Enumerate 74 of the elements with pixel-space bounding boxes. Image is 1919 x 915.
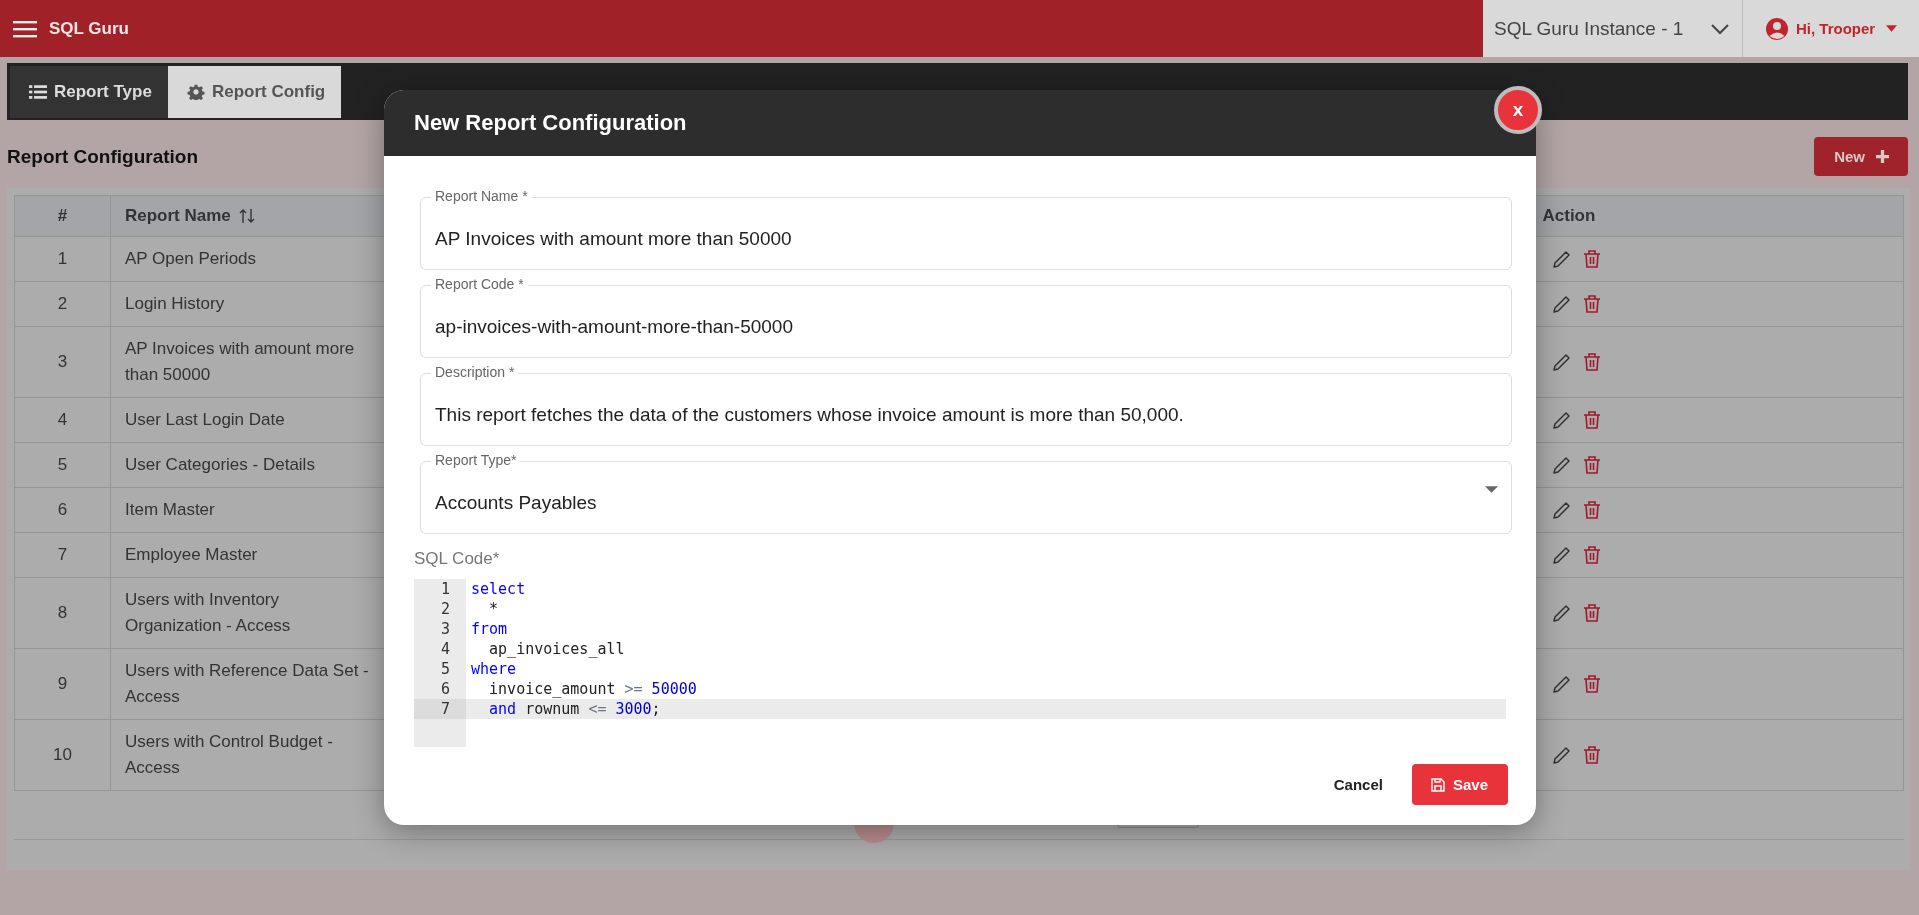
field-label: Description *	[431, 364, 519, 381]
line-number: 5	[439, 659, 451, 679]
field-label: Report Code *	[431, 276, 528, 293]
sort-icon[interactable]	[238, 208, 255, 224]
new-button[interactable]: New	[1814, 137, 1908, 176]
line-number: 6	[439, 679, 451, 699]
code-line: from	[470, 619, 509, 639]
pencil-icon[interactable]	[1552, 455, 1572, 475]
trash-icon[interactable]	[1582, 249, 1602, 269]
pencil-icon[interactable]	[1552, 674, 1572, 694]
gear-icon	[186, 84, 205, 100]
input-field[interactable]: Report Name * AP Invoices with amount more than 50000	[420, 188, 1512, 270]
user-icon	[1765, 16, 1789, 41]
pencil-icon[interactable]	[1552, 249, 1572, 269]
trash-icon[interactable]	[1582, 603, 1602, 623]
pencil-icon[interactable]	[1552, 410, 1572, 430]
trash-icon[interactable]	[1582, 455, 1602, 475]
chevron-down-icon	[1710, 22, 1730, 35]
floppy-icon	[1430, 777, 1445, 792]
table-cell: 6	[14, 487, 111, 533]
page-heading: Report Configuration	[7, 145, 199, 168]
input-field[interactable]: Description * This report fetches the data of the customers whose invoice amount is more than 50,000.	[420, 364, 1512, 446]
trash-icon[interactable]	[1582, 294, 1602, 314]
table-cell: 1	[14, 236, 111, 282]
tab[interactable]: Report Type	[10, 66, 168, 118]
column-header: #	[14, 195, 111, 237]
trash-icon[interactable]	[1582, 500, 1602, 520]
line-number: 7	[414, 699, 466, 719]
menu-icon[interactable]	[13, 19, 37, 38]
select-field[interactable]: Report Type* Accounts Payables	[420, 452, 1512, 534]
pencil-icon[interactable]	[1552, 603, 1572, 623]
save-button[interactable]: Save	[1411, 764, 1508, 805]
table-cell: 3	[14, 326, 111, 398]
code-line: *	[488, 599, 500, 619]
list-icon	[29, 84, 47, 100]
cancel-button[interactable]: Cancel	[1321, 766, 1395, 803]
input-field[interactable]: Report Code * ap-invoices-with-amount-more-than-50000	[420, 276, 1512, 358]
trash-icon[interactable]	[1582, 352, 1602, 372]
pencil-icon[interactable]	[1552, 294, 1572, 314]
table-cell: 8	[14, 577, 111, 649]
modal-title: New Report Configuration	[414, 110, 687, 136]
pencil-icon[interactable]	[1552, 500, 1572, 520]
tab[interactable]: Report Config	[167, 66, 342, 118]
user-menu[interactable]: Hi, Trooper	[1796, 20, 1876, 37]
plus-icon	[1876, 150, 1889, 163]
caret-icon	[1886, 25, 1898, 32]
pencil-icon[interactable]	[1552, 745, 1572, 765]
field-label: Report Type*	[431, 452, 521, 469]
trash-icon[interactable]	[1582, 545, 1602, 565]
trash-icon[interactable]	[1582, 674, 1602, 694]
app-title: SQL Guru	[49, 18, 129, 39]
instance-select[interactable]: SQL Guru Instance - 1	[1483, 0, 1743, 57]
code-editor[interactable]: 1 2 3 4 5 6 7 select * from ap_invoices_all where invoice_amount >= 50000 and rownum <= 3000;	[414, 579, 1512, 747]
table-cell: 5	[14, 442, 111, 488]
line-number: 4	[439, 639, 451, 659]
code-line: invoice_amount >= 50000	[488, 679, 698, 699]
field-label: SQL Code*	[414, 549, 501, 569]
trash-icon[interactable]	[1582, 410, 1602, 430]
table-cell: 2	[14, 281, 111, 327]
code-line: select	[470, 579, 527, 599]
pencil-icon[interactable]	[1552, 545, 1572, 565]
code-line: ap_invoices_all	[488, 639, 626, 659]
table-cell: 10	[14, 719, 111, 791]
dropdown-arrow-icon	[1485, 486, 1498, 493]
code-line: where	[470, 659, 518, 679]
line-number: 3	[439, 619, 451, 639]
pencil-icon[interactable]	[1552, 352, 1572, 372]
table-cell: 9	[14, 648, 111, 720]
line-number: 2	[439, 599, 451, 619]
field-label: Report Name *	[431, 188, 532, 205]
line-number: 1	[439, 579, 451, 599]
trash-icon[interactable]	[1582, 745, 1602, 765]
table-cell: 7	[14, 532, 111, 578]
table-cell: 4	[14, 397, 111, 443]
